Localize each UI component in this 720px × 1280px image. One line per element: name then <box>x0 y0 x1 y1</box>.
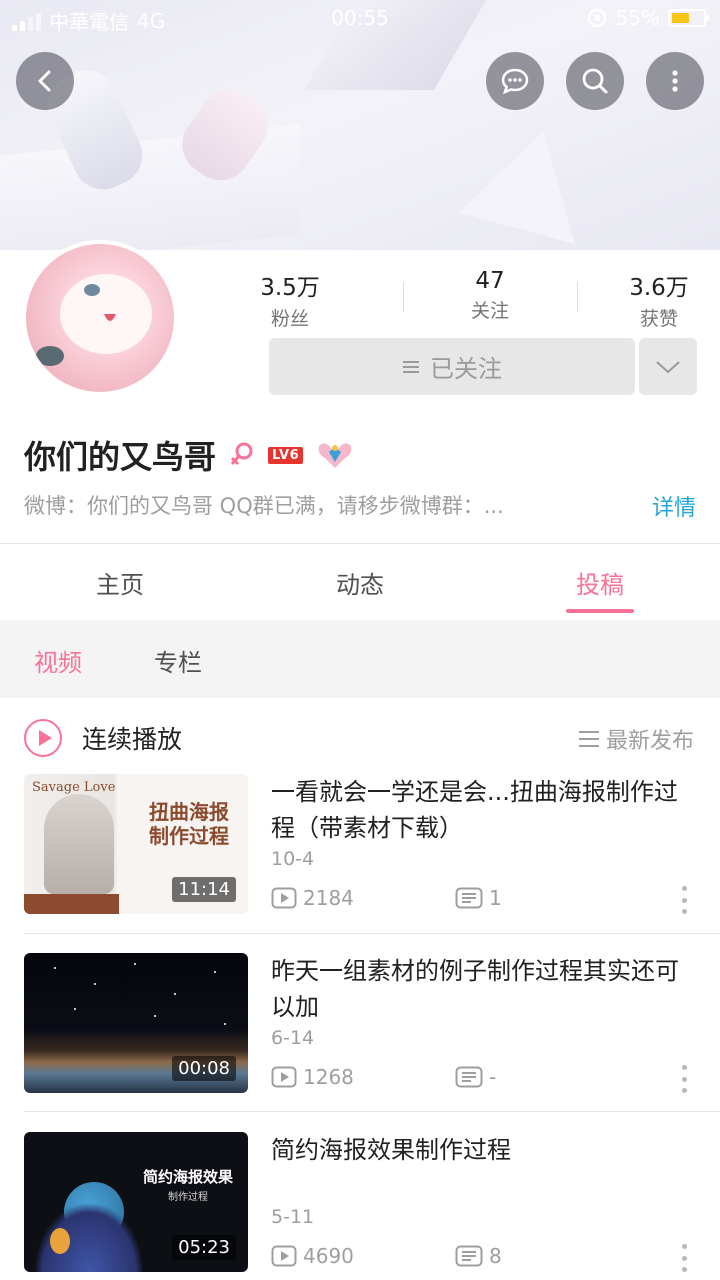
avatar-image <box>36 274 152 366</box>
divider <box>0 543 720 544</box>
stat-fans[interactable]: 3.5万 粉丝 <box>230 268 350 331</box>
video-date: 6-14 <box>271 1027 315 1049</box>
sort-button[interactable]: 最新发布 <box>578 723 694 755</box>
back-button[interactable] <box>16 52 74 110</box>
message-button[interactable] <box>486 52 544 110</box>
subtab-bar <box>0 620 720 698</box>
details-link[interactable]: 详情 <box>652 490 696 522</box>
video-duration: 11:14 <box>172 877 236 902</box>
thumbnail-subtitle: 制作过程 <box>168 1192 208 1203</box>
danmaku-icon <box>455 1066 483 1088</box>
more-button[interactable] <box>646 52 704 110</box>
sort-lines-icon <box>578 731 599 747</box>
stat-label: 粉丝 <box>270 308 309 330</box>
winged-heart-badge-icon <box>318 443 352 468</box>
video-more-icon[interactable] <box>680 886 688 914</box>
thumbnail-band <box>24 894 119 914</box>
play-all-button[interactable]: 连续播放 <box>82 720 182 756</box>
stat-label: 获赞 <box>639 308 678 330</box>
sort-label: 最新发布 <box>605 729 694 754</box>
video-item[interactable]: 简约海报效果 制作过程 05:23 简约海报效果制作过程 5-11 4690 8 <box>0 1132 720 1280</box>
search-button[interactable] <box>566 52 624 110</box>
video-item[interactable]: Savage Love 扭曲海报制作过程 11:14 一看就会一学还是会...扭… <box>0 774 720 934</box>
female-icon <box>230 442 253 466</box>
stat-value: 47 <box>475 268 505 294</box>
avatar[interactable] <box>22 240 178 396</box>
profile-stats: 3.5万 粉丝 47 关注 3.6万 获赞 <box>230 268 720 331</box>
video-duration: 05:23 <box>172 1235 236 1260</box>
stat-likes[interactable]: 3.6万 获赞 <box>599 268 719 331</box>
view-count: 4690 <box>271 1244 354 1268</box>
video-title[interactable]: 昨天一组素材的例子制作过程其实还可以加 <box>271 953 701 1025</box>
thumbnail-title: 扭曲海报制作过程 <box>149 800 229 848</box>
danmaku-icon <box>455 1245 483 1267</box>
divider <box>24 1111 720 1112</box>
search-icon <box>582 68 608 94</box>
video-more-icon[interactable] <box>680 1244 688 1272</box>
comment-count-value: 1 <box>489 886 502 910</box>
play-circle-icon[interactable] <box>24 719 62 757</box>
play-count-icon <box>271 1066 297 1088</box>
subtab-articles[interactable]: 专栏 <box>154 643 202 678</box>
comment-count: 8 <box>455 1244 502 1268</box>
play-count-icon <box>271 887 297 909</box>
thumbnail-caption: Savage Love <box>32 780 116 795</box>
divider <box>24 933 720 934</box>
divider <box>403 282 404 312</box>
follow-options-button[interactable] <box>639 338 697 395</box>
more-vertical-icon <box>672 70 678 92</box>
comment-count: - <box>455 1065 496 1089</box>
view-count: 1268 <box>271 1065 354 1089</box>
comment-count: 1 <box>455 886 502 910</box>
tab-submissions[interactable]: 投稿 <box>480 565 720 600</box>
view-count-value: 4690 <box>303 1244 354 1268</box>
stat-following[interactable]: 47 关注 <box>430 268 550 323</box>
video-title[interactable]: 一看就会一学还是会...扭曲海报制作过程（带素材下载） <box>271 774 701 846</box>
banner-decoration <box>459 116 601 244</box>
stat-value: 3.6万 <box>629 275 689 301</box>
name-row: 你们的又鸟哥 LV6 <box>24 432 355 478</box>
video-thumbnail[interactable]: 简约海报效果 制作过程 05:23 <box>24 1132 248 1272</box>
video-thumbnail[interactable]: 00:08 <box>24 953 248 1093</box>
status-bar: 中華電信 4G 00:55 55% <box>0 0 720 38</box>
video-title[interactable]: 简约海报效果制作过程 <box>271 1132 701 1168</box>
comment-count-value: 8 <box>489 1244 502 1268</box>
rotation-lock-icon <box>587 8 606 28</box>
chevron-down-icon <box>656 360 680 373</box>
username: 你们的又鸟哥 <box>24 438 217 476</box>
video-duration: 00:08 <box>172 1056 236 1081</box>
divider <box>577 282 578 312</box>
menu-lines-icon <box>403 360 419 373</box>
subtab-videos[interactable]: 视频 <box>34 643 82 678</box>
battery-icon <box>668 9 709 27</box>
video-date: 10-4 <box>271 848 315 870</box>
followed-button[interactable]: 已关注 <box>269 338 635 395</box>
view-count-value: 2184 <box>303 886 354 910</box>
battery-percent: 55% <box>615 6 660 30</box>
thumbnail-title: 简约海报效果 <box>142 1168 233 1186</box>
video-item[interactable]: 00:08 昨天一组素材的例子制作过程其实还可以加 6-14 1268 - <box>0 953 720 1113</box>
stat-value: 3.5万 <box>260 275 320 301</box>
video-thumbnail[interactable]: Savage Love 扭曲海报制作过程 11:14 <box>24 774 248 914</box>
danmaku-icon <box>455 887 483 909</box>
play-count-icon <box>271 1245 297 1267</box>
profile-bio: 微博：你们的又鸟哥 QQ群已满，请移步微博群：... <box>24 494 504 518</box>
message-icon <box>501 68 529 95</box>
view-count-value: 1268 <box>303 1065 354 1089</box>
thumbnail-figure <box>44 794 114 894</box>
stat-label: 关注 <box>470 300 509 322</box>
video-more-icon[interactable] <box>680 1065 688 1093</box>
thumbnail-balloon <box>50 1228 70 1254</box>
tab-home[interactable]: 主页 <box>0 565 240 600</box>
back-arrow-icon <box>38 70 51 92</box>
view-count: 2184 <box>271 886 354 910</box>
active-tab-indicator <box>566 609 634 613</box>
comment-count-value: - <box>489 1065 497 1089</box>
tab-dynamics[interactable]: 动态 <box>240 565 480 600</box>
level-badge: LV6 <box>268 446 304 464</box>
video-date: 5-11 <box>271 1206 315 1228</box>
followed-label: 已关注 <box>430 355 502 383</box>
